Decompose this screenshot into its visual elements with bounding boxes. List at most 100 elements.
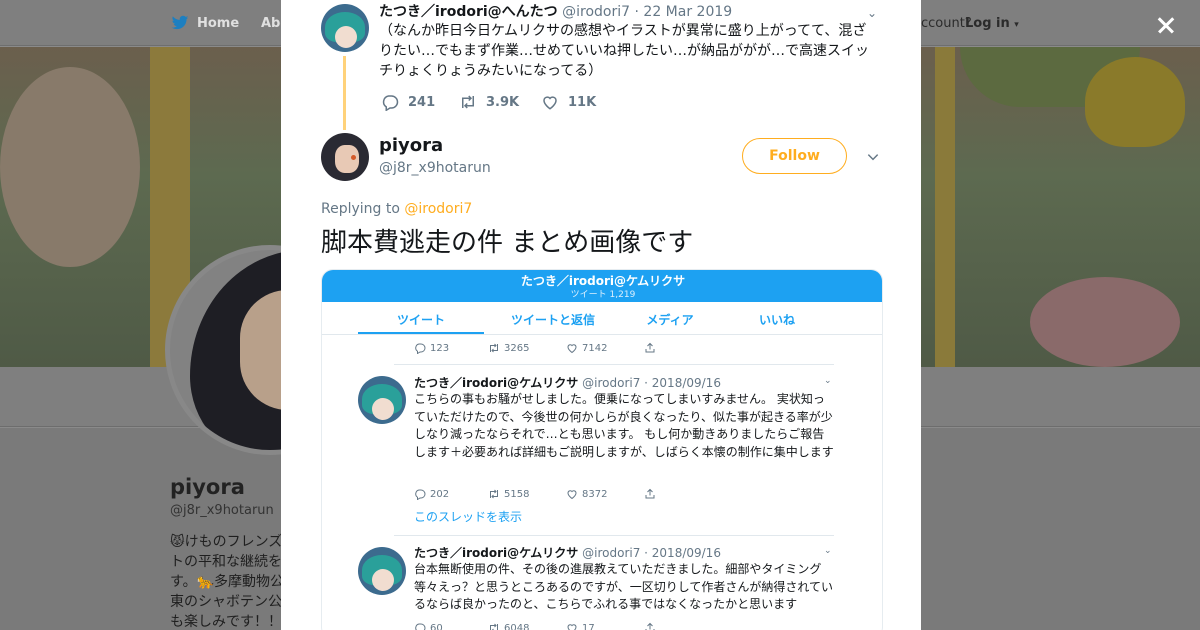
retweet-icon	[490, 623, 498, 630]
like-icon	[567, 624, 577, 630]
banner-art-shape	[935, 47, 955, 367]
image-tab-replies: ツイートと返信	[510, 313, 595, 327]
image-retweet-stat: 6048	[488, 622, 529, 630]
image-tweet-handle-date: @irodori7 · 2018/09/16	[582, 546, 721, 560]
image-tweet-text: 台本無断使用の件、その後の進展教えていただきました。細部やタイミング等々えっ？と…	[414, 562, 834, 611]
avatar-art-shape	[335, 26, 357, 48]
chevron-down-icon: ▾	[1014, 20, 1019, 30]
image-tweet-handle-date: @irodori7 · 2018/09/16	[582, 376, 721, 390]
image-tweet-author: たつき／irodori@ケムリクサ	[414, 376, 579, 390]
avatar-art-shape	[351, 155, 356, 160]
image-like-count: 8372	[582, 488, 608, 500]
nav-home-link[interactable]: Home	[197, 16, 239, 31]
banner-art-shape	[1030, 277, 1180, 367]
reply-count: 241	[408, 94, 436, 110]
parent-tweet-author-name[interactable]: たつき／irodori@へんたつ	[379, 4, 558, 20]
chevron-down-icon: ⌄	[824, 376, 832, 386]
tweet-attached-image[interactable]: たつき／irodori@ケムリクサ ツイート 1,219 ツイート ツイートと返…	[321, 269, 883, 630]
image-tweet-count: ツイート 1,219	[570, 290, 636, 300]
image-profile-header: たつき／irodori@ケムリクサ ツイート 1,219	[322, 270, 882, 302]
main-tweet-text: 脚本費逃走の件 まとめ画像です	[321, 228, 694, 258]
image-retweet-stat: 5158	[488, 488, 529, 500]
image-tweet-text: こちらの事もお騒がせしました。便乗になってしまいすみません。 実状知っていただけ…	[414, 392, 834, 459]
image-reply-count: 60	[430, 622, 443, 630]
share-icon	[645, 622, 655, 630]
image-like-stat: 8372	[566, 488, 607, 500]
reply-icon	[382, 95, 399, 111]
image-reply-stat: 202	[414, 488, 449, 500]
image-like-count: 17	[582, 622, 595, 630]
login-label: Log in	[965, 16, 1010, 31]
share-icon	[645, 342, 655, 353]
reply-icon	[415, 623, 426, 630]
image-share-stat	[644, 342, 656, 354]
image-share-stat	[644, 488, 656, 500]
parent-tweet-date[interactable]: 22 Mar 2019	[643, 4, 732, 20]
chevron-down-icon: ⌄	[824, 546, 832, 556]
divider	[394, 535, 834, 536]
divider	[394, 364, 834, 365]
chevron-down-icon[interactable]: ⌄	[867, 6, 877, 20]
parent-tweet-header: たつき／irodori@へんたつ @irodori7 · 22 Mar 2019	[379, 3, 732, 21]
avatar-art-shape	[372, 569, 394, 591]
parent-tweet-handle[interactable]: @irodori7	[562, 4, 630, 20]
image-retweet-count: 5158	[504, 488, 530, 500]
image-show-thread-link: このスレッドを表示	[414, 510, 523, 524]
replying-to-mention-link[interactable]: @irodori7	[404, 201, 472, 217]
retweet-count: 3.9K	[486, 94, 520, 110]
follow-button[interactable]: Follow	[742, 138, 847, 174]
retweet-icon	[490, 489, 498, 499]
parent-tweet-avatar[interactable]	[321, 4, 369, 52]
image-reply-stat: 60	[414, 622, 443, 630]
image-tweet-avatar	[358, 547, 406, 595]
twitter-bird-icon[interactable]	[170, 14, 190, 32]
retweet-icon	[490, 343, 498, 353]
image-tab-bar: ツイート ツイートと返信 メディア いいね	[322, 303, 882, 335]
banner-art-shape	[0, 67, 140, 267]
image-like-stat: 7142	[566, 342, 607, 354]
avatar-art-shape	[372, 398, 394, 420]
image-like-count: 7142	[582, 342, 608, 354]
image-like-stat: 17	[566, 622, 595, 630]
main-tweet-author-name[interactable]: piyora	[379, 135, 443, 156]
image-tweet-avatar	[358, 376, 406, 424]
thread-connector-line	[343, 56, 346, 130]
share-icon	[645, 488, 655, 499]
image-tweet-author: たつき／irodori@ケムリクサ	[414, 546, 579, 560]
banner-art-shape	[1085, 57, 1185, 147]
close-icon[interactable]	[1151, 10, 1181, 40]
image-retweet-count: 6048	[504, 622, 530, 630]
retweet-icon	[462, 95, 474, 109]
image-tab-likes: いいね	[758, 313, 795, 327]
chevron-down-icon[interactable]	[866, 150, 880, 164]
reply-icon	[415, 489, 426, 500]
replying-to: Replying to @irodori7	[321, 201, 472, 217]
image-retweet-count: 3265	[504, 342, 530, 354]
nav-login-link[interactable]: Log in ▾	[965, 16, 1019, 31]
profile-name: piyora	[170, 475, 245, 499]
separator: ·	[634, 4, 639, 20]
image-reply-count: 202	[430, 488, 450, 500]
image-reply-count: 123	[430, 342, 450, 354]
image-tweet-header: たつき／irodori@ケムリクサ @irodori7 · 2018/09/16	[414, 544, 721, 561]
tweet-modal: たつき／irodori@へんたつ @irodori7 · 22 Mar 2019…	[281, 0, 921, 630]
image-share-stat	[644, 622, 656, 630]
image-retweet-stat: 3265	[488, 342, 529, 354]
like-icon	[543, 96, 557, 110]
replying-to-label: Replying to	[321, 201, 400, 217]
main-tweet-avatar[interactable]	[321, 133, 369, 181]
reply-icon	[415, 343, 426, 354]
image-reply-stat: 123	[414, 342, 449, 354]
image-tab-tweets: ツイート	[396, 313, 445, 327]
profile-bio: 😾けものフレンズトの平和な継続を す。🐆多摩動物公 東のシャボテン公 も楽しみで…	[170, 534, 285, 630]
like-count: 11K	[568, 94, 597, 110]
retweet-button[interactable]: 3.9K	[459, 93, 519, 111]
main-tweet-handle[interactable]: @j8r_x9hotarun	[379, 160, 491, 176]
image-tweet-header: たつき／irodori@ケムリクサ @irodori7 · 2018/09/16	[414, 374, 721, 391]
profile-handle: @j8r_x9hotarun	[170, 503, 274, 518]
like-icon	[567, 344, 577, 354]
reply-button[interactable]: 241	[381, 93, 435, 111]
like-icon	[567, 490, 577, 500]
like-button[interactable]: 11K	[541, 93, 596, 111]
active-tab-indicator	[358, 332, 484, 334]
